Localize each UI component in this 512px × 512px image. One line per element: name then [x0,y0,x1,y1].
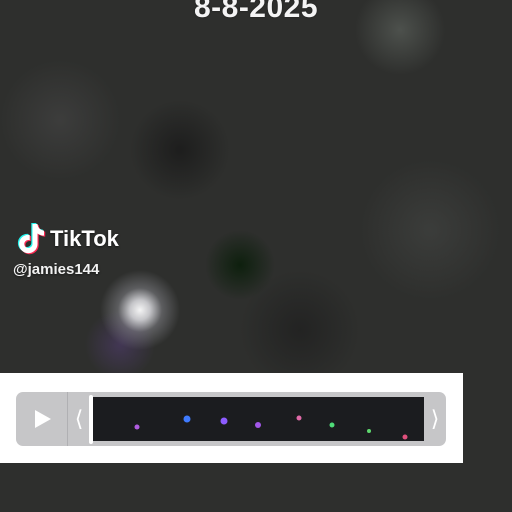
frame-light-1 [134,424,140,430]
tiktok-logo-icon [17,223,46,255]
tiktok-brand-name: TikTok [50,226,119,251]
play-button[interactable] [16,392,68,446]
filmstrip-frames [90,397,424,441]
creator-handle: @jamies144 [13,261,100,278]
trim-handle-left-icon: ⟨ [74,406,84,432]
date-overlay-text: 8-8-2025 [193,0,319,24]
trim-handle-right[interactable]: ⟩ [424,392,446,446]
play-icon [34,410,51,428]
trim-scrubber[interactable]: ⟨ ⟩ [16,392,446,446]
frame-light-6 [329,422,335,428]
frame-light-5 [296,415,302,421]
filmstrip[interactable] [90,397,424,441]
video-trim-panel: ⟨ ⟩ [0,373,463,463]
frame-light-3 [220,417,228,425]
trim-handle-right-icon: ⟩ [430,406,440,432]
tiktok-watermark: TikTok @jamies144 [13,222,119,278]
frame-light-7 [367,429,371,433]
frame-light-2 [183,415,191,423]
tiktok-brand-row: TikTok [15,222,119,256]
playhead[interactable] [89,395,93,444]
trim-handle-left[interactable]: ⟨ [68,392,90,446]
frame-light-4 [255,422,261,428]
frame-light-8 [402,434,408,440]
